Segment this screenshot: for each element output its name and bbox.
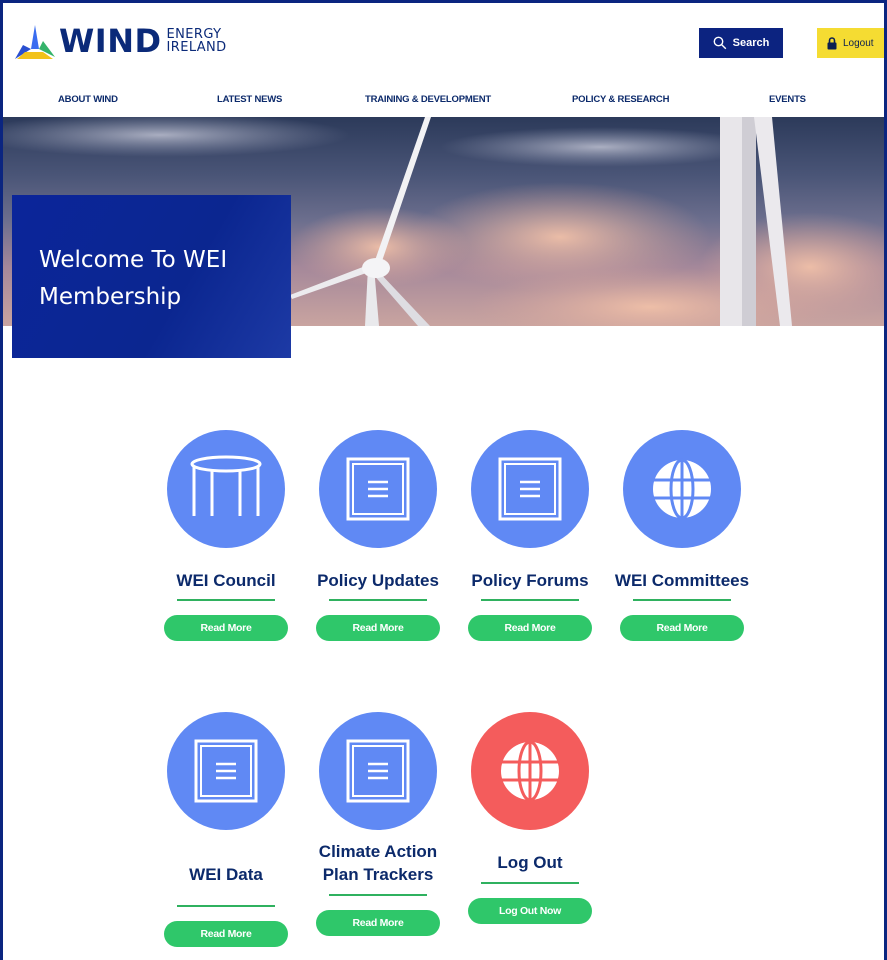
- card-divider: [633, 599, 731, 601]
- document-icon: [346, 739, 410, 803]
- card-icon-circle[interactable]: [471, 712, 589, 830]
- card-wei-committees: WEI Committees Read More: [606, 430, 758, 641]
- card-divider: [177, 599, 275, 601]
- log-out-now-button[interactable]: Log Out Now: [468, 898, 592, 924]
- document-icon: [498, 457, 562, 521]
- card-title: Climate Action Plan Trackers: [318, 842, 438, 884]
- main-nav: ABOUT WIND LATEST NEWS TRAINING & DEVELO…: [0, 86, 887, 114]
- read-more-button[interactable]: Read More: [164, 615, 288, 641]
- logout-button[interactable]: Logout: [817, 28, 887, 58]
- table-icon: [190, 455, 262, 516]
- card-title: Log Out: [497, 853, 563, 872]
- card-divider: [481, 599, 579, 601]
- card-icon-circle[interactable]: [319, 430, 437, 548]
- card-log-out: Log Out Log Out Now: [454, 712, 606, 924]
- card-divider: [329, 599, 427, 601]
- card-icon-circle[interactable]: [167, 712, 285, 830]
- card-policy-forums: Policy Forums Read More: [454, 430, 606, 641]
- document-icon: [194, 739, 258, 803]
- brand-word: WIND: [59, 22, 162, 60]
- card-wei-data: WEI Data Read More: [150, 712, 302, 947]
- read-more-button[interactable]: Read More: [468, 615, 592, 641]
- search-icon: [713, 36, 726, 50]
- document-icon: [346, 457, 410, 521]
- brand-sub-line2: IRELAND: [166, 40, 227, 55]
- nav-training-development[interactable]: TRAINING & DEVELOPMENT: [365, 94, 491, 105]
- logout-button-label: Logout: [843, 37, 874, 49]
- page-title: Welcome To WEI Membership: [39, 247, 228, 310]
- card-icon-circle[interactable]: [623, 430, 741, 548]
- read-more-button[interactable]: Read More: [316, 615, 440, 641]
- wind-turbine-logo-icon: [15, 25, 55, 59]
- nav-latest-news[interactable]: LATEST NEWS: [217, 94, 282, 105]
- card-divider: [481, 882, 579, 884]
- card-title: Policy Updates: [317, 571, 439, 590]
- globe-icon: [653, 458, 711, 520]
- card-title: WEI Council: [176, 571, 276, 590]
- card-divider: [329, 894, 427, 896]
- card-divider: [177, 905, 275, 907]
- card-icon-circle[interactable]: [319, 712, 437, 830]
- card-wei-council: WEI Council Read More: [150, 430, 302, 641]
- read-more-button[interactable]: Read More: [620, 615, 744, 641]
- brand-subtitle: ENERGY IRELAND: [167, 28, 227, 54]
- nav-events[interactable]: EVENTS: [769, 94, 806, 105]
- globe-icon: [501, 740, 559, 802]
- search-button[interactable]: Search: [699, 28, 783, 58]
- read-more-button[interactable]: Read More: [316, 910, 440, 936]
- search-button-label: Search: [732, 37, 770, 49]
- welcome-panel: Welcome To WEI Membership: [12, 195, 291, 358]
- brand-logo[interactable]: WIND ENERGY IRELAND: [13, 18, 227, 64]
- card-icon-circle[interactable]: [167, 430, 285, 548]
- card-climate-action-plan-trackers: Climate Action Plan Trackers Read More: [302, 712, 454, 936]
- card-title: Policy Forums: [471, 571, 589, 590]
- site-header: WIND ENERGY IRELAND Search Logout: [0, 0, 887, 82]
- nav-about-wind[interactable]: ABOUT WIND: [58, 94, 118, 105]
- card-title: WEI Data: [189, 865, 263, 884]
- card-title: WEI Committees: [614, 571, 750, 590]
- card-icon-circle[interactable]: [471, 430, 589, 548]
- nav-policy-research[interactable]: POLICY & RESEARCH: [572, 94, 669, 105]
- read-more-button[interactable]: Read More: [164, 921, 288, 947]
- card-policy-updates: Policy Updates Read More: [302, 430, 454, 641]
- lock-icon: [827, 36, 837, 49]
